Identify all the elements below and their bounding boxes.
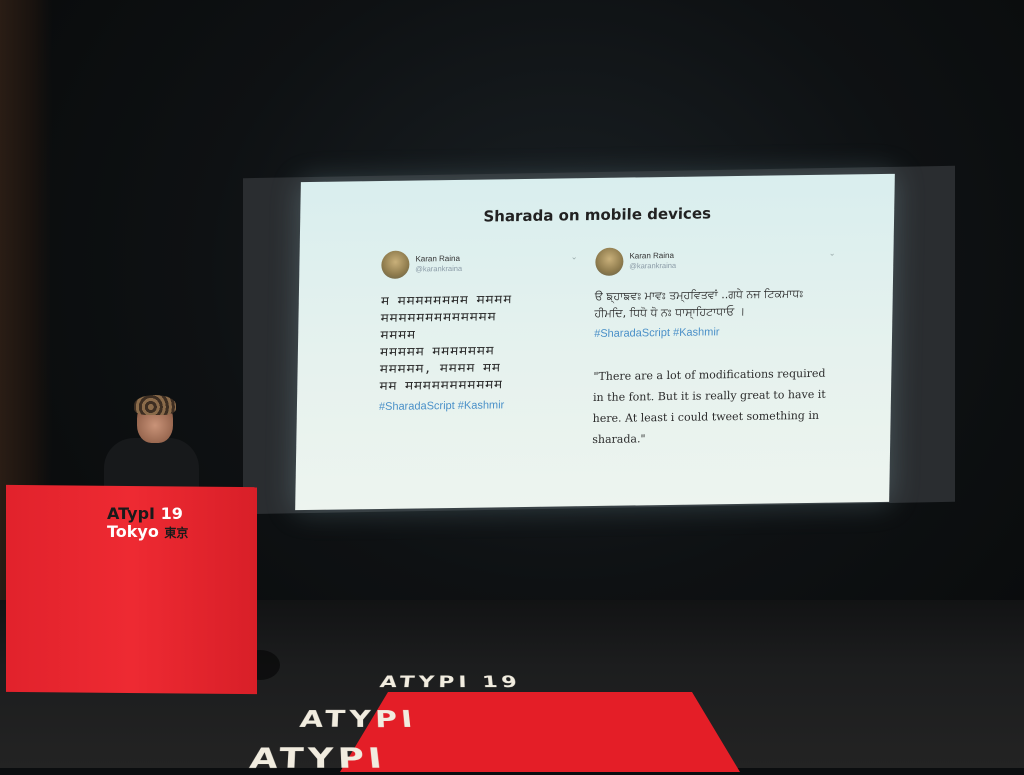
chevron-down-icon: ⌄ <box>828 248 836 258</box>
tweet-header: Karan Raina @karankraina ⌄ <box>595 245 836 280</box>
podium-city: Tokyo <box>107 522 159 541</box>
tweet-hashtags: #SharadaScript #Kashmir <box>594 326 720 341</box>
floor-logo-line: ATYPI 19 <box>378 673 523 692</box>
podium-logo: ATypI 19 Tokyo 東京 <box>107 505 188 542</box>
slide-title: Sharada on mobile devices <box>483 204 712 226</box>
podium-brand: ATypI <box>107 504 155 523</box>
floor-logo-line: ATYPI <box>298 706 418 734</box>
podium-year: 19 <box>160 504 183 523</box>
tweet-header: Karan Raina @karankraina ⌄ <box>381 248 578 283</box>
tweet-card-left: Karan Raina @karankraina ⌄ 𑆯 𑆯𑆯𑆯𑆯𑆯𑆯𑆯𑆯 𑆯𑆯… <box>379 248 578 413</box>
speaker-hair <box>134 395 176 415</box>
tweet-author-handle: @karankraina <box>629 260 677 271</box>
tweet-card-right: Karan Raina @karankraina ⌄ ੳ ਙ੍ਹਾਙਵਃ ਮਾਵ… <box>592 245 836 450</box>
podium-kanji: 東京 <box>164 526 189 540</box>
avatar <box>381 250 410 279</box>
tweet-hashtags: #SharadaScript #Kashmir <box>378 399 505 414</box>
floor-logo-line: ATYPI <box>247 742 388 775</box>
tweet-body: 𑆯 𑆯𑆯𑆯𑆯𑆯𑆯𑆯𑆯 𑆯𑆯𑆯𑆯 𑆯𑆯𑆯𑆯𑆯𑆯𑆯𑆯𑆯𑆯𑆯𑆯𑆯 𑆯𑆯𑆯𑆯 𑆯𑆯𑆯𑆯𑆯… <box>379 292 513 394</box>
tweet-body: ੳ ਙ੍ਹਾਙਵਃ ਮਾਵਃ ਤਮ੍ਹਵਿਤਵਾਂ ..ਗਧੇ ਨਜ ਟਿਕਮਾ… <box>594 287 804 321</box>
tweet-author-name: Karan Raina <box>415 253 461 264</box>
chevron-down-icon: ⌄ <box>570 252 578 262</box>
tweet-author-name: Karan Raina <box>629 250 675 261</box>
presentation-slide: Sharada on mobile devices Karan Raina @k… <box>295 173 895 511</box>
slide-quote: "There are a lot of modifications requir… <box>592 366 826 447</box>
tweet-author-handle: @karankraina <box>415 263 463 274</box>
avatar <box>595 247 624 276</box>
